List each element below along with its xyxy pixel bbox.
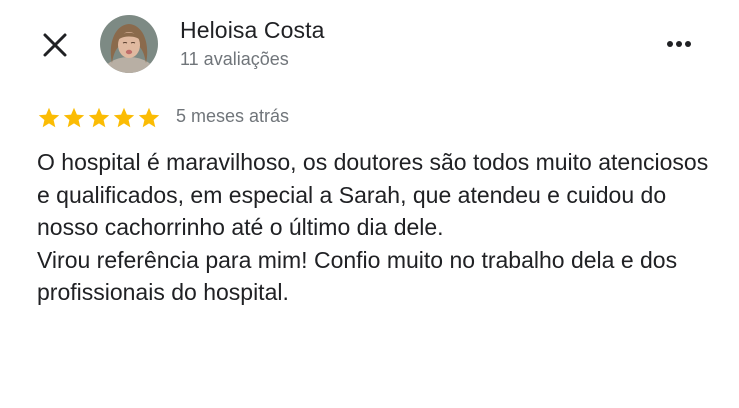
review-paragraph: Virou referência para mim! Confio muito … <box>37 246 678 306</box>
close-icon <box>43 33 67 57</box>
avatar[interactable] <box>100 15 158 73</box>
close-button[interactable] <box>40 30 70 60</box>
avatar-photo <box>100 15 158 73</box>
review-text: O hospital é maravilhoso, os doutores sã… <box>37 146 727 309</box>
review-date: 5 meses atrás <box>176 106 290 126</box>
review-paragraph: O hospital é maravilhoso, os doutores sã… <box>37 149 709 241</box>
star-rating <box>37 106 161 130</box>
review-card: Heloisa Costa 11 avaliações 5 meses atrá… <box>0 0 739 408</box>
star-filled-icon <box>38 107 60 128</box>
star-filled-icon <box>88 107 110 128</box>
author-reviews-count: 11 avaliações <box>180 49 289 69</box>
more-horizontal-icon <box>667 41 691 47</box>
star-filled-icon <box>113 107 135 128</box>
more-options-button[interactable] <box>662 32 696 56</box>
star-filled-icon <box>138 107 160 128</box>
star-filled-icon <box>63 107 85 128</box>
author-name[interactable]: Heloisa Costa <box>180 17 324 44</box>
